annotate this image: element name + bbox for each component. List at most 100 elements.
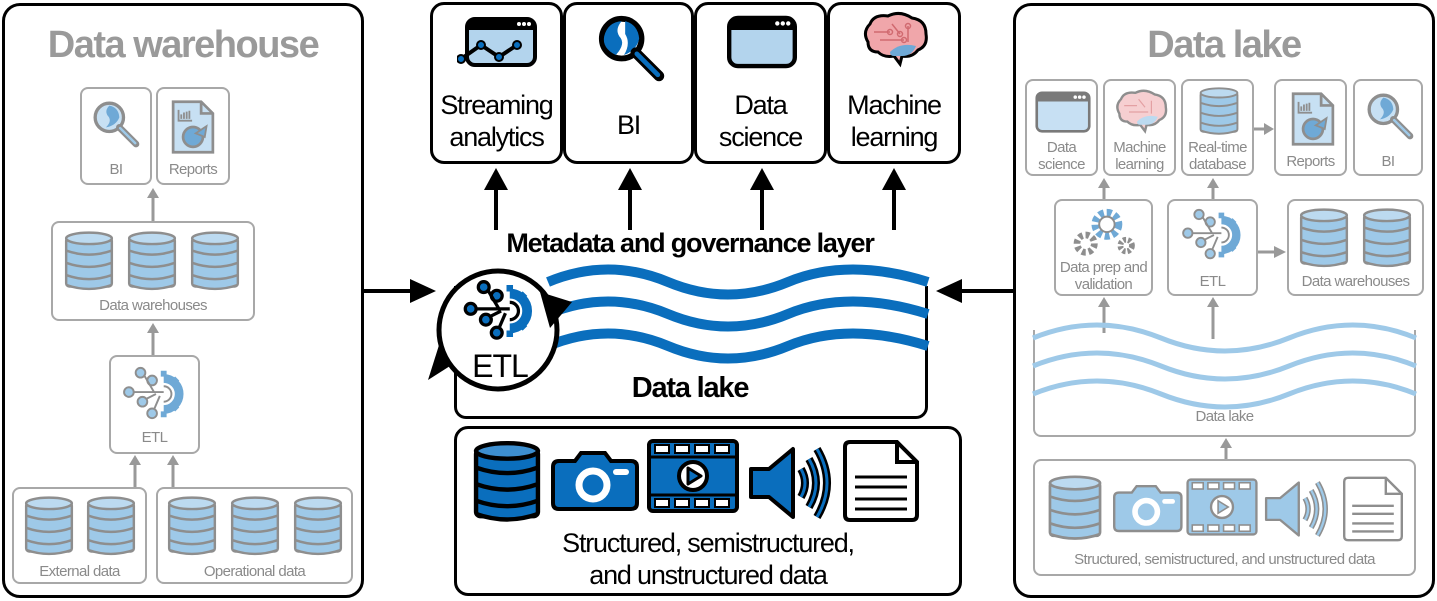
machine-learning-line2: learning: [850, 122, 939, 152]
lake-sources-box: Structured, semistructured, and unstruct…: [1033, 459, 1416, 576]
bi-label: BI: [616, 110, 641, 140]
lake-etl-box: ETL: [1167, 199, 1258, 296]
data-warehouses-box: Data warehouses: [51, 221, 255, 321]
lake-bi-label: BI: [1381, 153, 1396, 170]
browser-window-icon: [1035, 91, 1091, 133]
lake-data-science-line1: Data: [1046, 139, 1077, 156]
line-chart-window-icon: [457, 17, 537, 69]
brain-icon: [860, 11, 930, 69]
lake-data-prep-box: Data prep and validation: [1054, 199, 1153, 296]
database-icon: [164, 496, 220, 558]
warehouse-etl-label: ETL: [141, 429, 168, 446]
external-data-label: External data: [39, 563, 120, 580]
database-icon: [21, 496, 77, 558]
lake-sources-label: Structured, semistructured, and unstruct…: [1074, 551, 1375, 568]
camera-icon: [1111, 481, 1183, 533]
database-icon: [1296, 208, 1352, 270]
center-data-lake-label: Data lake: [631, 372, 750, 404]
operational-data-label: Operational data: [203, 563, 306, 580]
external-data-box: External data: [12, 487, 147, 584]
etl-gear-icon: [1180, 207, 1246, 263]
database-icon: [61, 231, 117, 293]
database-icon: [471, 441, 543, 525]
video-film-icon: [1186, 477, 1258, 537]
lake-machine-learning-line2: learning: [1115, 156, 1164, 173]
database-icon: [290, 496, 346, 558]
gears-icon: [1068, 207, 1140, 261]
data-science-line1: Data: [734, 90, 787, 120]
consumer-machine-learning: Machine learning: [827, 2, 961, 164]
arrow-up-icon: [882, 168, 906, 230]
arrow-up-icon: [167, 455, 179, 489]
machine-learning-line1: Machine: [847, 90, 942, 120]
center-sources-box: Structured, semistructured, and unstruct…: [454, 426, 962, 596]
consumer-data-science: Data science: [694, 2, 827, 164]
brain-icon: [1113, 89, 1169, 135]
magnifier-icon: [1365, 91, 1415, 141]
operational-data-box: Operational data: [156, 487, 353, 584]
consumer-streaming-analytics: Streaming analytics: [430, 2, 563, 164]
etl-gear-icon: [121, 365, 189, 423]
lake-reports-box: Reports: [1274, 79, 1347, 176]
lake-data-lake-label: Data lake: [1195, 408, 1255, 425]
magnifier-icon: [596, 13, 666, 83]
lake-data-prep-line2: validation: [1074, 276, 1133, 293]
lake-bi-box: BI: [1353, 79, 1423, 176]
lake-realtime-db-line2: database: [1189, 156, 1247, 173]
arrow-up-icon: [484, 168, 508, 230]
lake-data-science-line2: science: [1038, 156, 1085, 173]
database-icon: [1359, 208, 1415, 270]
consumer-bi: BI: [563, 2, 694, 164]
camera-icon: [549, 447, 639, 511]
data-lake-waves: [546, 264, 930, 364]
speaker-icon: [1263, 477, 1333, 541]
database-icon: [1045, 475, 1105, 543]
arrow-left-icon: [936, 279, 1016, 303]
lake-data-prep-line1: Data prep and: [1059, 259, 1148, 276]
warehouse-bi-label: BI: [109, 161, 124, 178]
document-icon: [841, 439, 921, 523]
lake-reports-label: Reports: [1286, 153, 1335, 170]
report-document-icon: [1290, 91, 1336, 147]
data-warehouse-title: Data warehouse: [47, 24, 320, 66]
arrow-up-icon: [129, 455, 141, 489]
document-icon: [1341, 475, 1405, 543]
data-lake-title: Data lake: [1147, 24, 1302, 66]
lake-machine-learning-box: Machine learning: [1103, 79, 1176, 176]
warehouse-bi-box: BI: [80, 87, 152, 185]
report-document-icon: [170, 99, 216, 155]
center-sources-line1: Structured, semistructured,: [562, 528, 855, 558]
warehouse-reports-label: Reports: [168, 161, 218, 178]
streaming-analytics-line1: Streaming: [440, 90, 553, 120]
arrow-right-icon: [1254, 123, 1274, 135]
streaming-analytics-line2: analytics: [449, 122, 544, 152]
arrow-up-icon: [147, 188, 159, 222]
lake-etl-label: ETL: [1199, 273, 1226, 290]
warehouse-etl-box: ETL: [109, 355, 200, 454]
database-icon: [1197, 87, 1241, 137]
governance-layer-label: Metadata and governance layer: [506, 228, 875, 258]
lake-realtime-db-box: Real-time database: [1181, 79, 1254, 176]
arrow-up-icon: [750, 168, 774, 230]
browser-window-icon: [727, 15, 797, 69]
lake-data-warehouses-box: Data warehouses: [1287, 199, 1424, 296]
arrow-up-icon: [618, 168, 642, 230]
video-film-icon: [647, 439, 739, 513]
lake-data-warehouses-label: Data warehouses: [1301, 273, 1410, 290]
speaker-icon: [747, 443, 837, 523]
warehouse-reports-box: Reports: [156, 87, 230, 185]
data-lake-waves: [1032, 322, 1417, 410]
arrow-right-icon: [1258, 246, 1286, 258]
data-science-line2: science: [718, 122, 803, 152]
etl-gear-icon: [462, 278, 538, 344]
database-icon: [83, 496, 139, 558]
center-sources-line2: and unstructured data: [589, 560, 828, 590]
lake-machine-learning-line1: Machine: [1113, 139, 1166, 156]
database-icon: [187, 231, 243, 293]
lake-data-science-box: Data science: [1025, 79, 1098, 176]
magnifier-icon: [91, 99, 141, 149]
arrow-up-icon: [147, 323, 159, 357]
lake-realtime-db-line1: Real-time: [1188, 139, 1247, 156]
database-icon: [124, 231, 180, 293]
database-icon: [227, 496, 283, 558]
